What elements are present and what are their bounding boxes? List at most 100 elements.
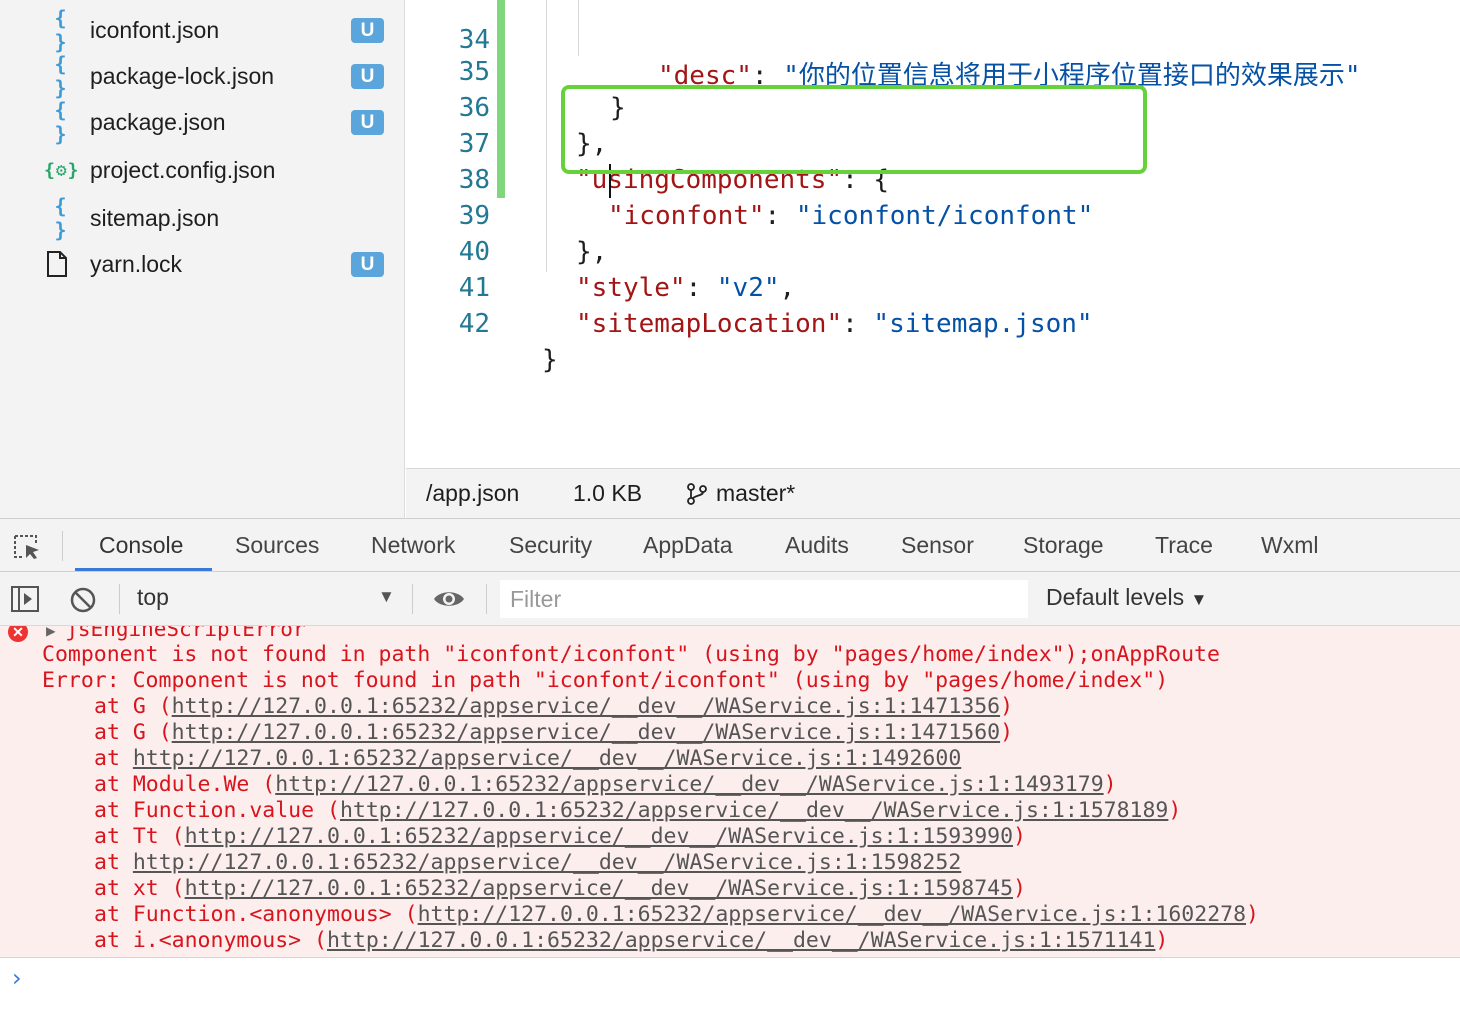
clear-console-icon[interactable] xyxy=(69,586,97,614)
stack-frame-suffix: ) xyxy=(1000,720,1014,745)
separator xyxy=(412,584,413,614)
tab-storage[interactable]: Storage xyxy=(1023,519,1104,572)
status-bar: /app.json 1.0 KB master* xyxy=(406,468,1460,518)
file-name: sitemap.json xyxy=(90,204,220,231)
tab-network[interactable]: Network xyxy=(371,519,455,572)
console-toolbar: top ▼ Default levels ▼ xyxy=(0,572,1460,626)
source-link[interactable]: http://127.0.0.1:65232/appservice/__dev_… xyxy=(327,928,1155,953)
separator xyxy=(119,584,120,614)
json-file-icon: { } xyxy=(54,194,68,242)
error-title: jsEngineScriptError xyxy=(65,626,306,641)
file-name: package.json xyxy=(90,108,226,135)
tab-appdata[interactable]: AppData xyxy=(643,519,733,572)
file-name: iconfont.json xyxy=(90,16,220,43)
file-item-yarn-lock[interactable]: yarn.lock U xyxy=(0,241,405,287)
source-link[interactable]: http://127.0.0.1:65232/appservice/__dev_… xyxy=(340,798,1168,823)
stack-frame-suffix: ) xyxy=(1013,824,1026,849)
config-file-icon: {⚙} xyxy=(44,159,80,181)
devtools-tab-bar: Console Sources Network Security AppData… xyxy=(0,518,1460,572)
eye-icon[interactable] xyxy=(432,588,466,610)
json-file-icon: { } xyxy=(54,6,68,54)
source-link[interactable]: http://127.0.0.1:65232/appservice/__dev_… xyxy=(418,902,1246,927)
context-select[interactable]: top xyxy=(137,584,169,611)
tab-security[interactable]: Security xyxy=(509,519,592,572)
stack-frame-suffix: ) xyxy=(1155,928,1169,953)
code-line: 41 "sitemapLocation": "sitemap.json" xyxy=(406,234,1460,339)
console-output: ✕ ▶ jsEngineScriptError Component is not… xyxy=(0,626,1460,958)
stack-frame-suffix: ) xyxy=(1246,902,1259,927)
stack-frame-prefix: at Function.value ( xyxy=(94,798,340,823)
stack-frame-line: at i.<anonymous> (http://127.0.0.1:65232… xyxy=(94,928,1168,954)
stack-frame-prefix: at Function.<anonymous> ( xyxy=(94,902,418,927)
stack-frame-suffix: ) xyxy=(1000,694,1014,719)
separator xyxy=(486,584,487,614)
log-levels-select[interactable]: Default levels ▼ xyxy=(1046,584,1207,611)
source-link[interactable]: http://127.0.0.1:65232/appservice/__dev_… xyxy=(133,850,961,875)
stack-frame-prefix: at xyxy=(94,746,133,771)
file-item-iconfont-json[interactable]: { } iconfont.json U xyxy=(0,6,405,54)
source-link[interactable]: http://127.0.0.1:65232/appservice/__dev_… xyxy=(133,746,961,771)
stack-frame-suffix: ) xyxy=(1168,798,1182,823)
json-file-icon: { } xyxy=(54,52,68,100)
tab-sources[interactable]: Sources xyxy=(235,519,319,572)
stack-frame-line: at Function.value (http://127.0.0.1:6523… xyxy=(94,798,1181,824)
source-link[interactable]: http://127.0.0.1:65232/appservice/__dev_… xyxy=(275,772,1103,797)
source-link[interactable]: http://127.0.0.1:65232/appservice/__dev_… xyxy=(185,876,1013,901)
stack-frame-prefix: at xyxy=(94,850,133,875)
source-link[interactable]: http://127.0.0.1:65232/appservice/__dev_… xyxy=(172,720,1000,745)
json-key: "sitemapLocation" xyxy=(576,309,843,339)
tab-audits[interactable]: Audits xyxy=(785,519,849,572)
file-item-package-lock-json[interactable]: { } package-lock.json U xyxy=(0,52,405,100)
source-link[interactable]: http://127.0.0.1:65232/appservice/__dev_… xyxy=(185,824,1013,849)
active-tab-indicator xyxy=(75,568,212,571)
git-branch[interactable]: master* xyxy=(716,480,795,507)
untracked-badge: U xyxy=(351,63,384,89)
tab-sensor[interactable]: Sensor xyxy=(901,519,974,572)
separator xyxy=(62,531,63,561)
error-message-line: Error: Component is not found in path "i… xyxy=(42,668,1169,693)
chevron-down-icon[interactable]: ▼ xyxy=(378,587,395,607)
console-prompt[interactable]: › xyxy=(0,958,1460,1022)
stack-frame-line: at G (http://127.0.0.1:65232/appservice/… xyxy=(94,720,1013,746)
file-name: yarn.lock xyxy=(90,250,183,277)
tab-trace[interactable]: Trace xyxy=(1155,519,1213,572)
expand-triangle-icon[interactable]: ▶ xyxy=(46,626,65,640)
punctuation: : xyxy=(842,309,874,339)
untracked-badge: U xyxy=(351,109,384,135)
filter-input[interactable] xyxy=(500,580,1028,618)
error-icon: ✕ xyxy=(8,626,28,642)
stack-frame-line: at http://127.0.0.1:65232/appservice/__d… xyxy=(94,746,961,772)
error-header[interactable]: ▶ jsEngineScriptError xyxy=(46,626,305,641)
error-message-line: Component is not found in path "iconfont… xyxy=(42,642,1220,667)
prompt-chevron-icon: › xyxy=(12,964,22,992)
sidebar-toggle-icon[interactable] xyxy=(10,585,40,613)
stack-frame-line: at http://127.0.0.1:65232/appservice/__d… xyxy=(94,850,961,876)
stack-frame-line: at Function.<anonymous> (http://127.0.0.… xyxy=(94,902,1259,928)
git-branch-icon xyxy=(687,483,707,505)
log-levels-label: Default levels xyxy=(1046,584,1185,610)
source-link[interactable]: http://127.0.0.1:65232/appservice/__dev_… xyxy=(172,694,1000,719)
inspect-element-icon[interactable] xyxy=(12,533,42,561)
file-item-package-json[interactable]: { } package.json U xyxy=(0,98,405,146)
file-size: 1.0 KB xyxy=(573,480,643,506)
code-line: 35 } xyxy=(406,18,1460,123)
file-item-project-config-json[interactable]: {⚙} project.config.json xyxy=(0,147,405,193)
stack-frame-prefix: at Tt ( xyxy=(94,824,185,849)
code-editor[interactable]: 34 "desc": "你的位置信息将用于小程序位置接口的效果展示" 35 } … xyxy=(406,0,1460,468)
document-file-icon xyxy=(47,251,67,277)
code-line: 40 "style": "v2", xyxy=(406,198,1460,303)
json-string: "sitemap.json" xyxy=(873,309,1093,339)
file-item-sitemap-json[interactable]: { } sitemap.json xyxy=(0,194,405,242)
untracked-badge: U xyxy=(351,17,384,43)
file-name: package-lock.json xyxy=(90,62,275,89)
line-number: 42 xyxy=(458,309,490,339)
punctuation: } xyxy=(542,345,558,375)
tab-wxml[interactable]: Wxml xyxy=(1261,519,1318,572)
stack-frame-prefix: at G ( xyxy=(94,720,172,745)
tab-console[interactable]: Console xyxy=(99,519,183,572)
stack-frame-suffix: ) xyxy=(1103,772,1117,797)
stack-frame-prefix: at Module.We ( xyxy=(94,772,276,797)
code-line: 42 } xyxy=(406,270,1460,375)
stack-frame-line: at G (http://127.0.0.1:65232/appservice/… xyxy=(94,694,1013,720)
stack-frame-prefix: at i.<anonymous> ( xyxy=(94,928,327,953)
